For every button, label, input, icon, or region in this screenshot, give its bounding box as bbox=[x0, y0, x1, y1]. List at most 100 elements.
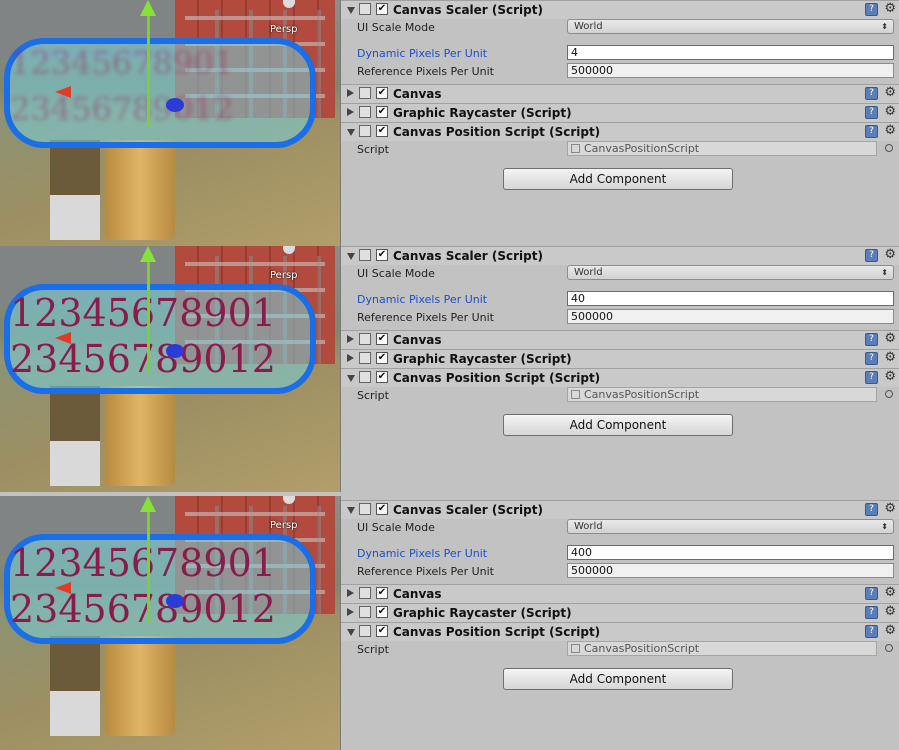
foldout-open-icon[interactable] bbox=[347, 7, 355, 14]
foldout-closed-icon[interactable] bbox=[347, 608, 354, 616]
foldout-open-icon[interactable] bbox=[347, 507, 355, 514]
enabled-checkbox[interactable]: ✔ bbox=[376, 371, 388, 383]
help-icon[interactable]: ? bbox=[865, 106, 878, 119]
help-icon[interactable]: ? bbox=[865, 625, 878, 638]
help-icon[interactable]: ? bbox=[865, 503, 878, 516]
script-object-field[interactable]: CanvasPositionScript bbox=[567, 141, 877, 156]
enabled-checkbox[interactable]: ✔ bbox=[376, 249, 388, 261]
move-gizmo-center-icon[interactable] bbox=[166, 594, 184, 608]
help-icon[interactable]: ? bbox=[865, 87, 878, 100]
object-picker-icon[interactable] bbox=[885, 144, 893, 152]
add-component-button[interactable]: Add Component bbox=[503, 668, 733, 690]
dynamic-ppu-input[interactable]: 400 bbox=[567, 545, 894, 560]
foldout-closed-icon[interactable] bbox=[347, 335, 354, 343]
perspective-label[interactable]: Persp bbox=[270, 24, 298, 35]
move-gizmo-center-icon[interactable] bbox=[166, 98, 184, 112]
foldout-open-icon[interactable] bbox=[347, 375, 355, 382]
gear-icon[interactable]: ⚙ bbox=[884, 623, 896, 638]
help-icon[interactable]: ? bbox=[865, 587, 878, 600]
scene-view[interactable]: 12345678901 23456789012 Persp bbox=[0, 496, 340, 750]
add-component-button[interactable]: Add Component bbox=[503, 414, 733, 436]
foldout-closed-icon[interactable] bbox=[347, 589, 354, 597]
enabled-checkbox[interactable]: ✔ bbox=[376, 503, 388, 515]
foldout-open-icon[interactable] bbox=[347, 629, 355, 636]
enabled-checkbox[interactable]: ✔ bbox=[376, 87, 388, 99]
foldout-closed-icon[interactable] bbox=[347, 354, 354, 362]
help-icon[interactable]: ? bbox=[865, 3, 878, 16]
component-header-canvas-position[interactable]: ✔ Canvas Position Script (Script) ? ⚙ bbox=[341, 122, 899, 141]
script-object-field[interactable]: CanvasPositionScript bbox=[567, 641, 877, 656]
component-header-canvas[interactable]: ✔ Canvas ? ⚙ bbox=[341, 584, 899, 603]
gear-icon[interactable]: ⚙ bbox=[884, 104, 896, 119]
enabled-checkbox[interactable]: ✔ bbox=[376, 625, 388, 637]
move-gizmo-y-arrow-icon[interactable] bbox=[140, 246, 156, 262]
gear-icon[interactable]: ⚙ bbox=[884, 331, 896, 346]
ui-scale-mode-dropdown[interactable]: World ⬍ bbox=[567, 265, 894, 280]
gear-icon[interactable]: ⚙ bbox=[884, 604, 896, 619]
reference-ppu-input[interactable]: 500000 bbox=[567, 309, 894, 324]
script-label: Script bbox=[357, 143, 389, 156]
enabled-checkbox[interactable]: ✔ bbox=[376, 106, 388, 118]
foldout-closed-icon[interactable] bbox=[347, 89, 354, 97]
help-icon[interactable]: ? bbox=[865, 333, 878, 346]
component-header-canvas-scaler[interactable]: ✔ Canvas Scaler (Script) ? ⚙ bbox=[341, 0, 899, 19]
component-header-canvas-position[interactable]: ✔ Canvas Position Script (Script) ? ⚙ bbox=[341, 368, 899, 387]
scene-view[interactable]: 12345678901 23456789012 Persp bbox=[0, 246, 340, 492]
component-header-canvas-scaler[interactable]: ✔ Canvas Scaler (Script) ? ⚙ bbox=[341, 500, 899, 519]
component-header-canvas[interactable]: ✔ Canvas ? ⚙ bbox=[341, 84, 899, 103]
object-picker-icon[interactable] bbox=[885, 390, 893, 398]
component-header-canvas-scaler[interactable]: ✔ Canvas Scaler (Script) ? ⚙ bbox=[341, 246, 899, 265]
dynamic-ppu-input[interactable]: 4 bbox=[567, 45, 894, 60]
enabled-checkbox[interactable]: ✔ bbox=[376, 3, 388, 15]
component-header-canvas-position[interactable]: ✔ Canvas Position Script (Script) ? ⚙ bbox=[341, 622, 899, 641]
reference-ppu-input[interactable]: 500000 bbox=[567, 63, 894, 78]
help-icon[interactable]: ? bbox=[865, 352, 878, 365]
gear-icon[interactable]: ⚙ bbox=[884, 247, 896, 262]
component-header-graphic-raycaster[interactable]: ✔ Graphic Raycaster (Script) ? ⚙ bbox=[341, 103, 899, 122]
add-component-button[interactable]: Add Component bbox=[503, 168, 733, 190]
object-picker-icon[interactable] bbox=[885, 644, 893, 652]
move-gizmo-x-arrow-icon[interactable] bbox=[55, 86, 71, 98]
scene-view[interactable]: 12345678901 23456789012 Persp bbox=[0, 0, 340, 246]
move-gizmo-x-arrow-icon[interactable] bbox=[55, 582, 71, 594]
enabled-checkbox[interactable]: ✔ bbox=[376, 587, 388, 599]
enabled-checkbox[interactable]: ✔ bbox=[376, 606, 388, 618]
component-header-graphic-raycaster[interactable]: ✔ Graphic Raycaster (Script) ? ⚙ bbox=[341, 603, 899, 622]
ui-scale-mode-dropdown[interactable]: World ⬍ bbox=[567, 519, 894, 534]
ui-scale-mode-value: World bbox=[574, 521, 603, 532]
script-object-field[interactable]: CanvasPositionScript bbox=[567, 387, 877, 402]
enabled-checkbox[interactable]: ✔ bbox=[376, 352, 388, 364]
move-gizmo-y-arrow-icon[interactable] bbox=[140, 496, 156, 512]
reference-ppu-input[interactable]: 500000 bbox=[567, 563, 894, 578]
scene-soldier bbox=[50, 140, 100, 240]
move-gizmo-y-axis[interactable] bbox=[147, 504, 150, 624]
move-gizmo-y-axis[interactable] bbox=[147, 254, 150, 374]
move-gizmo-y-arrow-icon[interactable] bbox=[140, 0, 156, 16]
move-gizmo-center-icon[interactable] bbox=[166, 344, 184, 358]
gear-icon[interactable]: ⚙ bbox=[884, 350, 896, 365]
foldout-open-icon[interactable] bbox=[347, 129, 355, 136]
enabled-checkbox[interactable]: ✔ bbox=[376, 125, 388, 137]
gear-icon[interactable]: ⚙ bbox=[884, 123, 896, 138]
foldout-closed-icon[interactable] bbox=[347, 108, 354, 116]
help-icon[interactable]: ? bbox=[865, 249, 878, 262]
gear-icon[interactable]: ⚙ bbox=[884, 501, 896, 516]
move-gizmo-y-axis[interactable] bbox=[147, 8, 150, 128]
dynamic-ppu-input[interactable]: 40 bbox=[567, 291, 894, 306]
inspector-panel: ✔ Canvas Scaler (Script) ? ⚙ UI Scale Mo… bbox=[340, 0, 899, 246]
enabled-checkbox[interactable]: ✔ bbox=[376, 333, 388, 345]
gear-icon[interactable]: ⚙ bbox=[884, 1, 896, 16]
help-icon[interactable]: ? bbox=[865, 371, 878, 384]
help-icon[interactable]: ? bbox=[865, 606, 878, 619]
perspective-label[interactable]: Persp bbox=[270, 270, 298, 281]
perspective-label[interactable]: Persp bbox=[270, 520, 298, 531]
gear-icon[interactable]: ⚙ bbox=[884, 369, 896, 384]
move-gizmo-x-arrow-icon[interactable] bbox=[55, 332, 71, 344]
ui-scale-mode-dropdown[interactable]: World ⬍ bbox=[567, 19, 894, 34]
component-header-graphic-raycaster[interactable]: ✔ Graphic Raycaster (Script) ? ⚙ bbox=[341, 349, 899, 368]
foldout-open-icon[interactable] bbox=[347, 253, 355, 260]
gear-icon[interactable]: ⚙ bbox=[884, 85, 896, 100]
gear-icon[interactable]: ⚙ bbox=[884, 585, 896, 600]
help-icon[interactable]: ? bbox=[865, 125, 878, 138]
component-header-canvas[interactable]: ✔ Canvas ? ⚙ bbox=[341, 330, 899, 349]
